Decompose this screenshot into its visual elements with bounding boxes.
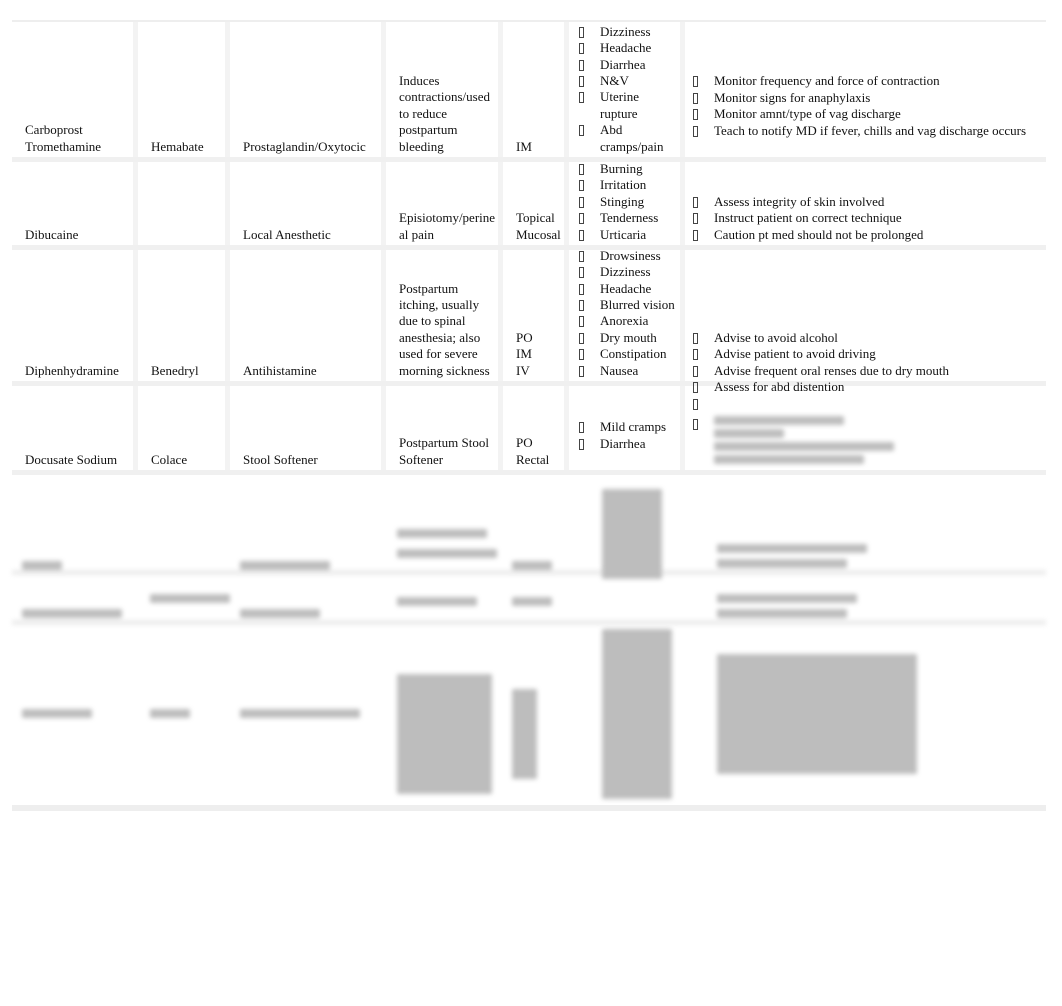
generic-name: Dibucaine bbox=[12, 162, 138, 245]
side-effect: Constipation bbox=[577, 346, 680, 362]
side-effect: Nausea bbox=[577, 363, 680, 379]
blurred-nursing-text bbox=[691, 416, 1046, 464]
nursing-item: Instruct patient on correct technique bbox=[691, 210, 1046, 226]
side-effect: Irritation bbox=[577, 177, 680, 193]
nursing-item: Monitor frequency and force of contracti… bbox=[691, 73, 1046, 89]
side-effect: Urticaria bbox=[577, 227, 680, 243]
blurred-rows bbox=[12, 475, 1046, 805]
brand-name: Hemabate bbox=[138, 22, 230, 157]
side-effect: Uterine rupture bbox=[577, 89, 660, 122]
brand-name: Benedryl bbox=[138, 250, 230, 381]
nursing-item bbox=[691, 396, 1046, 412]
side-effects: Drowsiness Dizziness Headache Blurred vi… bbox=[569, 248, 685, 381]
indication: Episiotomy/perineal pain bbox=[386, 162, 503, 245]
brand-name: Colace bbox=[138, 386, 230, 470]
side-effects: Burning Irritation Stinging Tenderness U… bbox=[569, 161, 685, 245]
indication: Postpartum Stool Softener bbox=[386, 386, 503, 470]
route: PO IM IV bbox=[503, 250, 569, 381]
side-effects: Dizziness Headache Diarrhea N&V Uterine … bbox=[569, 22, 685, 157]
drug-class: Prostaglandin/Oxytocic bbox=[230, 22, 386, 157]
nursing-item: Advise patient to avoid driving bbox=[691, 346, 1046, 362]
side-effect: Burning bbox=[577, 161, 680, 177]
drug-table: Carboprost Tromethamine Hemabate Prostag… bbox=[12, 20, 1046, 811]
table-row: Diphenhydramine Benedryl Antihistamine P… bbox=[12, 248, 1046, 386]
side-effect: Dizziness bbox=[577, 264, 680, 280]
generic-name: Diphenhydramine bbox=[12, 250, 138, 381]
side-effect: Blurred vision bbox=[577, 297, 680, 313]
nursing-item: Assess for abd distention bbox=[691, 379, 1046, 395]
nursing-considerations: Advise to avoid alcohol Advise patient t… bbox=[685, 250, 1046, 381]
side-effect: Stinging bbox=[577, 194, 680, 210]
route: PO Rectal bbox=[503, 386, 569, 470]
route: Topical Mucosal bbox=[503, 162, 569, 245]
side-effect: N&V bbox=[577, 73, 680, 89]
nursing-item: Advise frequent oral renses due to dry m… bbox=[691, 363, 1046, 379]
table-row: Docusate Sodium Colace Stool Softener Po… bbox=[12, 379, 1046, 475]
nursing-item: Teach to notify MD if fever, chills and … bbox=[691, 123, 1046, 139]
indication: Induces contractions/used to reduce post… bbox=[386, 22, 503, 157]
side-effect: Diarrhea bbox=[577, 57, 680, 73]
route: IM bbox=[503, 22, 569, 157]
generic-name: Carboprost Tromethamine bbox=[12, 22, 138, 157]
table-row: Dibucaine Local Anesthetic Episiotomy/pe… bbox=[12, 161, 1046, 250]
generic-name: Docusate Sodium bbox=[12, 386, 138, 470]
nursing-item: Monitor signs for anaphylaxis bbox=[691, 90, 1046, 106]
side-effect: Drowsiness bbox=[577, 248, 680, 264]
side-effect: Abd cramps/pain bbox=[577, 122, 666, 155]
side-effect: Headache bbox=[577, 281, 680, 297]
table-row: Carboprost Tromethamine Hemabate Prostag… bbox=[12, 22, 1046, 162]
drug-class: Stool Softener bbox=[230, 386, 386, 470]
side-effect: Tenderness bbox=[577, 210, 680, 226]
nursing-considerations: Assess for abd distention bbox=[685, 379, 1046, 470]
indication: Postpartum itching, usually due to spina… bbox=[386, 250, 503, 381]
nursing-item: Assess integrity of skin involved bbox=[691, 194, 1046, 210]
side-effect: Headache bbox=[577, 40, 680, 56]
nursing-item: Caution pt med should not be prolonged bbox=[691, 227, 1046, 243]
side-effect: Diarrhea bbox=[577, 436, 680, 452]
nursing-considerations: Assess integrity of skin involved Instru… bbox=[685, 162, 1046, 245]
side-effect: Dizziness bbox=[577, 24, 680, 40]
side-effects: Mild cramps Diarrhea bbox=[569, 386, 685, 470]
brand-name bbox=[138, 162, 230, 245]
drug-class: Antihistamine bbox=[230, 250, 386, 381]
side-effect: Mild cramps bbox=[577, 419, 680, 435]
nursing-item: Advise to avoid alcohol bbox=[691, 330, 1046, 346]
side-effect: Dry mouth bbox=[577, 330, 680, 346]
nursing-item: Monitor amnt/type of vag discharge bbox=[691, 106, 1046, 122]
side-effect: Anorexia bbox=[577, 313, 680, 329]
drug-class: Local Anesthetic bbox=[230, 162, 386, 245]
nursing-considerations: Monitor frequency and force of contracti… bbox=[685, 22, 1046, 157]
